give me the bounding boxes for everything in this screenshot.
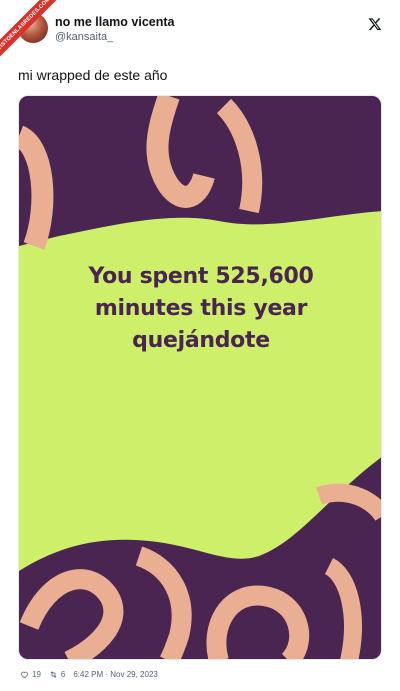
retweet-count: 6	[60, 669, 66, 679]
wrapped-artwork	[19, 96, 381, 659]
headline-line-1: You spent 525,600	[88, 264, 314, 289]
retweet-group[interactable]: 6	[49, 670, 65, 679]
tweet-text: mi wrapped de este año	[18, 67, 168, 83]
handle[interactable]: @kansaita_	[55, 31, 113, 43]
headline-line-2: minutes this year	[94, 296, 308, 321]
wrapped-headline: You spent 525,600 minutes this year quej…	[19, 261, 381, 357]
headline-line-3: quejándote	[132, 328, 270, 353]
like-group[interactable]: 19	[20, 670, 41, 679]
tweet-header: no me llamo vicenta @kansaita_	[0, 0, 400, 56]
x-logo-icon[interactable]	[368, 17, 382, 31]
display-name[interactable]: no me llamo vicenta	[55, 15, 174, 29]
tweet-footer: 19 6 6:42 PM · Nov 29, 2023	[20, 667, 158, 681]
tweet-media-image[interactable]: You spent 525,600 minutes this year quej…	[18, 95, 382, 660]
timestamp[interactable]: 6:42 PM · Nov 29, 2023	[73, 670, 158, 679]
like-count: 19	[32, 669, 41, 679]
retweet-icon[interactable]	[49, 670, 58, 679]
heart-icon[interactable]	[20, 670, 29, 679]
